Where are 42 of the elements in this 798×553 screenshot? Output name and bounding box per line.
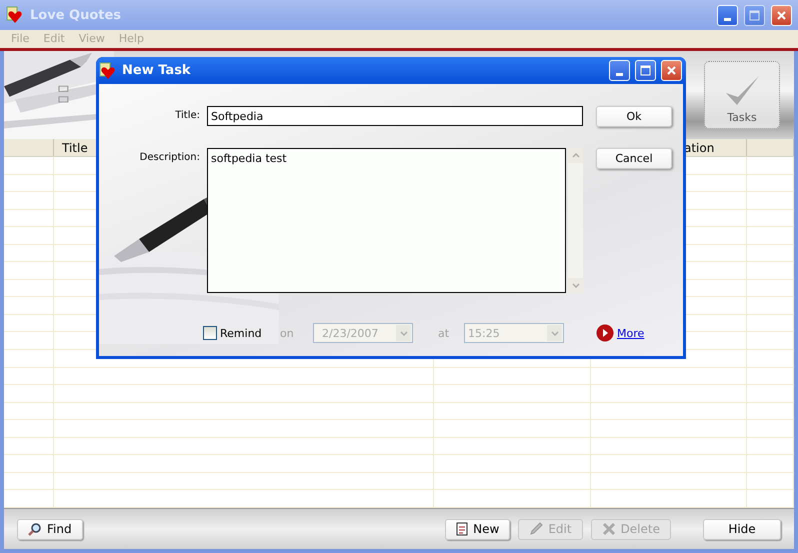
scrollbar[interactable] [568,148,583,293]
ok-button[interactable]: Ok [596,106,672,127]
maximize-icon [749,10,760,20]
pencil-icon [529,522,544,536]
close-icon [666,65,677,76]
maximize-icon [640,65,651,76]
tasks-button[interactable]: Tasks [704,61,780,129]
minimize-icon [724,18,731,20]
play-circle-icon [596,324,614,342]
footer-button[interactable]: New [445,518,510,540]
heart-note-icon [6,6,24,24]
dialog-title: New Task [122,63,192,78]
close-button[interactable] [661,60,682,81]
chevron-up-icon [572,153,580,158]
magnifier-icon [28,522,42,536]
column-header: Title [62,140,88,154]
close-button[interactable] [771,4,792,26]
minimize-icon [616,73,623,76]
window-title: Love Quotes [30,8,122,22]
maximize-button[interactable] [744,4,765,26]
description-label: Description: [138,151,200,163]
chevron-down-icon [572,283,580,288]
footer-button[interactable]: Find [17,518,83,540]
cancel-button[interactable]: Cancel [596,148,672,169]
remind-label: Remind [220,326,263,340]
clipboard-icon [456,522,468,536]
close-icon [776,10,787,20]
footer-button[interactable]: Hide [703,518,781,540]
title-label: Title: [174,109,200,121]
description-field[interactable]: softpedia test [207,148,566,293]
remind-checkbox[interactable] [203,326,217,340]
heart-note-icon [99,62,117,80]
title-field[interactable]: Softpedia [207,106,583,126]
chevron-down-icon [400,330,408,336]
at-label: at [438,326,450,340]
chevron-down-icon [550,330,558,336]
maximize-button[interactable] [635,60,656,81]
more-link[interactable]: More [617,326,644,340]
minimize-button[interactable] [717,4,738,26]
minimize-button[interactable] [609,60,630,81]
x-mark-icon [602,522,616,536]
on-label: on [280,326,295,340]
